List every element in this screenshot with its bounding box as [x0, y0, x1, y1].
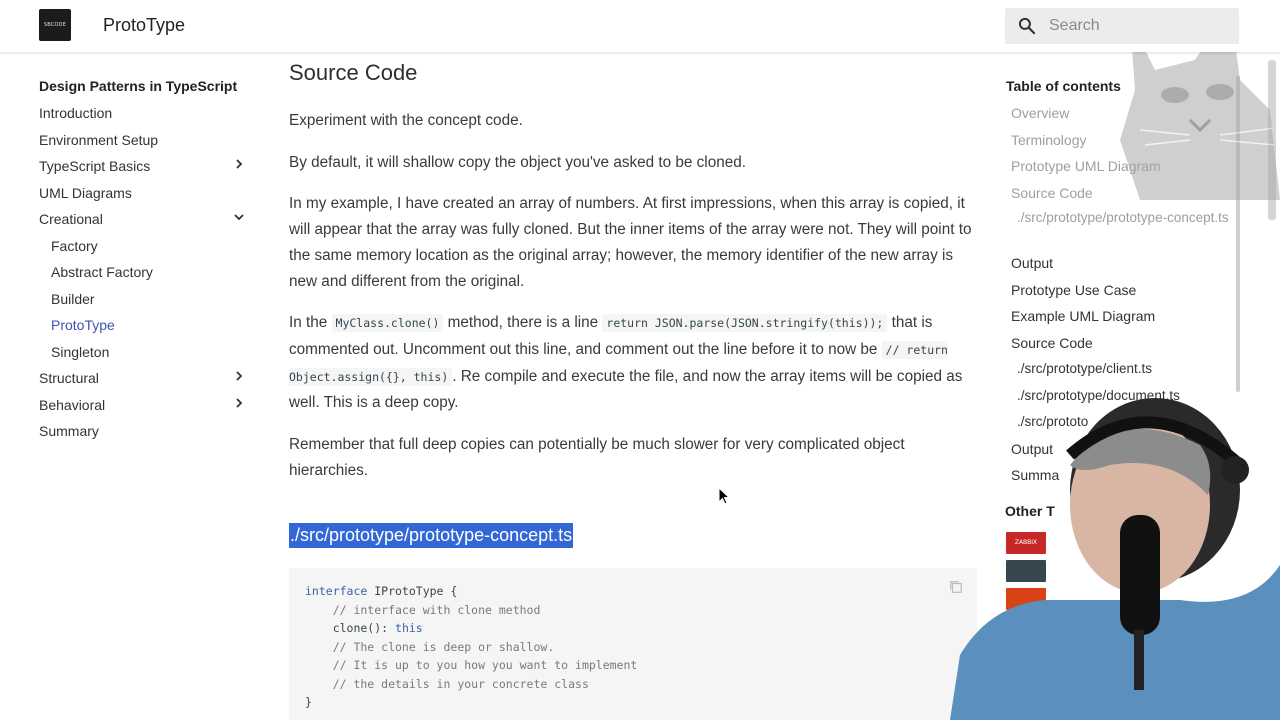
sidebar-item[interactable]: Summary [39, 419, 249, 446]
paragraph: By default, it will shallow copy the obj… [289, 153, 746, 171]
code-keyword: this [395, 621, 423, 636]
chevron-right-icon[interactable] [233, 370, 245, 382]
text-run: In the [289, 314, 332, 332]
webcam-overlay-image [950, 398, 1280, 720]
sidebar-item-label: Builder [51, 290, 95, 307]
code-line: clone(): this [305, 619, 961, 638]
left-navigation: Design Patterns in TypeScript Introducti… [39, 76, 249, 446]
sidebar-item[interactable]: Creational [39, 207, 249, 234]
sidebar-item[interactable]: ProtoType [39, 313, 249, 340]
sidebar-item[interactable]: Singleton [39, 340, 249, 367]
sidebar-item-label: Summary [39, 423, 99, 439]
chevron-right-icon[interactable] [233, 397, 245, 409]
toc-item[interactable]: Example UML Diagram [1006, 304, 1236, 331]
paragraph: Experiment with the concept code. [289, 112, 523, 129]
code-text: IProtoType { [367, 584, 458, 599]
top-header: SBCODE ProtoType [0, 0, 1280, 52]
sidebar-item-label: Introduction [39, 105, 113, 121]
toc-item[interactable]: Output [1006, 251, 1236, 278]
search-box[interactable] [1005, 8, 1239, 44]
code-text: clone(): [305, 621, 396, 636]
toc-item[interactable]: Source Code [1006, 331, 1236, 358]
code-block: interface IProtoType { // interface with… [289, 568, 977, 720]
sidebar-item[interactable]: Builder [39, 287, 249, 314]
sidebar-item-label: TypeScript Basics [39, 158, 151, 174]
code-line: interface IProtoType { [305, 582, 961, 601]
chevron-right-icon[interactable] [233, 158, 245, 170]
sidebar-item-label: Singleton [51, 343, 110, 360]
sidebar-item[interactable]: Structural [39, 366, 249, 393]
inline-code: MyClass.clone() [331, 314, 444, 333]
paragraph: In the MyClass.clone() method, there is … [289, 310, 979, 416]
search-icon [1018, 17, 1036, 35]
sidebar-item-label: Creational [39, 211, 103, 227]
page-title: ProtoType [103, 15, 186, 35]
sidebar-item[interactable]: Abstract Factory [39, 260, 249, 287]
sidebar-item-label: Environment Setup [39, 131, 159, 148]
sidebar-item-label: UML Diagrams [39, 184, 132, 201]
nav-heading: Design Patterns in TypeScript [39, 78, 238, 94]
code-line: // It is up to you how you want to imple… [305, 658, 638, 673]
code-line: } [305, 695, 312, 710]
text-run: method, there is a line [443, 314, 603, 332]
mouse-cursor-icon [718, 487, 730, 505]
sidebar-item-label: Abstract Factory [51, 264, 153, 280]
toc-item[interactable]: ./src/prototype/prototype-concept.ts [1006, 207, 1236, 251]
sidebar-item[interactable]: Introduction [39, 101, 249, 128]
code-line: // interface with clone method [305, 602, 541, 617]
main-content: Source Code Experiment with the concept … [289, 60, 979, 720]
paragraph: Remember that full deep copies can poten… [289, 436, 905, 479]
file-heading-selected[interactable]: ./src/prototype/prototype-concept.ts [289, 523, 574, 549]
sidebar-item-label: Structural [39, 370, 99, 386]
code-line: // The clone is deep or shallow. [305, 639, 555, 654]
code-line: // the details in your concrete class [305, 676, 589, 691]
sidebar-item[interactable]: Environment Setup [39, 128, 249, 155]
sidebar-item-label: ProtoType [51, 317, 115, 333]
sidebar-item[interactable]: TypeScript Basics [39, 154, 249, 181]
chevron-down-icon[interactable] [233, 211, 245, 223]
toc-item[interactable]: ./src/prototype/client.ts [1006, 357, 1236, 384]
section-heading: Source Code [289, 60, 418, 85]
paragraph: In my example, I have created an array o… [289, 195, 972, 290]
code-keyword: interface [305, 584, 368, 599]
site-logo[interactable]: SBCODE [39, 9, 71, 41]
sidebar-item-label: Behavioral [39, 396, 106, 413]
sidebar-item[interactable]: Factory [39, 234, 249, 261]
sidebar-item[interactable]: Behavioral [39, 393, 249, 420]
search-input[interactable] [1049, 15, 1229, 37]
toc-item[interactable]: Prototype Use Case [1006, 278, 1236, 305]
inline-code: return JSON.parse(JSON.stringify(this)); [602, 314, 888, 333]
sidebar-item[interactable]: UML Diagrams [39, 181, 249, 208]
sidebar-item-label: Factory [51, 237, 98, 254]
